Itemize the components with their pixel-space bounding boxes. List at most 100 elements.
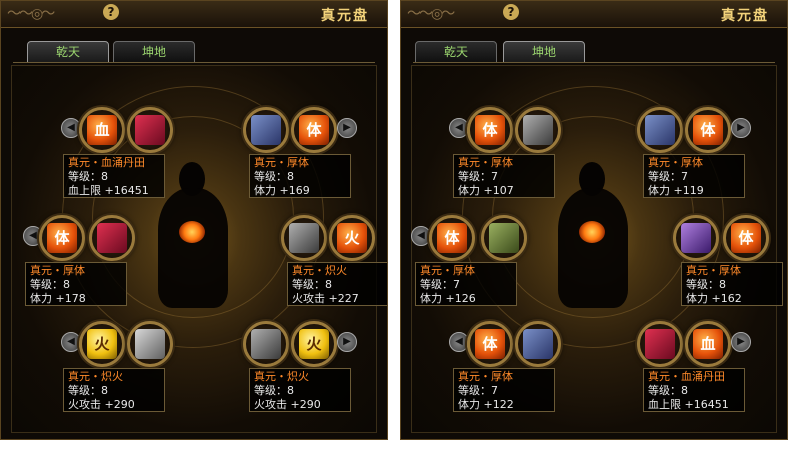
equip-socket[interactable] bbox=[281, 215, 327, 261]
gem-icon[interactable]: 血 bbox=[693, 329, 723, 359]
slot-info: 真元・厚体 等级：8 体力 +169 bbox=[249, 154, 351, 198]
gem-icon[interactable]: 体 bbox=[299, 115, 329, 145]
slot-stat: 体力 +178 bbox=[30, 292, 86, 305]
gem-icon[interactable]: 血 bbox=[87, 115, 117, 145]
gem-icon[interactable]: 火 bbox=[299, 329, 329, 359]
equipment-icon[interactable] bbox=[523, 329, 553, 359]
rotate-left-arrow-icon[interactable]: ◀ bbox=[411, 226, 431, 246]
meditating-figure bbox=[558, 188, 628, 308]
gem-socket[interactable]: 体 bbox=[429, 215, 475, 261]
gem-socket[interactable]: 体 bbox=[467, 107, 513, 153]
gem-socket[interactable]: 火 bbox=[79, 321, 125, 367]
gem-icon[interactable]: 火 bbox=[337, 223, 367, 253]
slot-stat: 火攻击 +290 bbox=[68, 398, 135, 411]
equip-socket[interactable] bbox=[673, 215, 719, 261]
gem-socket[interactable]: 体 bbox=[291, 107, 337, 153]
gem-icon[interactable]: 体 bbox=[731, 223, 761, 253]
equip-socket[interactable] bbox=[515, 321, 561, 367]
slot-stat: 体力 +122 bbox=[458, 398, 514, 411]
rotate-left-arrow-icon[interactable]: ◀ bbox=[61, 332, 81, 352]
gem-socket[interactable]: 体 bbox=[39, 215, 85, 261]
slot-info: 真元・厚体 等级：7 体力 +119 bbox=[643, 154, 745, 198]
slot-level: 等级：7 bbox=[458, 170, 498, 183]
gem-socket[interactable]: 火 bbox=[291, 321, 337, 367]
slot-name: 真元・厚体 bbox=[458, 156, 513, 169]
gem-socket[interactable]: 体 bbox=[685, 107, 731, 153]
equipment-icon[interactable] bbox=[251, 115, 281, 145]
equip-socket[interactable] bbox=[127, 107, 173, 153]
meditating-figure bbox=[158, 188, 228, 308]
equip-socket[interactable] bbox=[127, 321, 173, 367]
gem-icon[interactable]: 体 bbox=[475, 115, 505, 145]
equip-socket[interactable] bbox=[481, 215, 527, 261]
rotate-right-arrow-icon[interactable]: ▶ bbox=[337, 332, 357, 352]
slot-info: 真元・厚体 等级：7 体力 +122 bbox=[453, 368, 555, 412]
slot-name: 真元・厚体 bbox=[420, 264, 475, 277]
equipment-icon[interactable] bbox=[135, 115, 165, 145]
rotate-left-arrow-icon[interactable]: ◀ bbox=[61, 118, 81, 138]
slot-name: 真元・炽火 bbox=[68, 370, 123, 383]
rotate-right-arrow-icon[interactable]: ▶ bbox=[337, 118, 357, 138]
slot-stat: 体力 +126 bbox=[420, 292, 476, 305]
slot-info: 真元・炽火 等级：8 火攻击 +227 bbox=[287, 262, 387, 306]
equipment-icon[interactable] bbox=[251, 329, 281, 359]
equipment-icon[interactable] bbox=[645, 329, 675, 359]
gem-icon[interactable]: 体 bbox=[475, 329, 505, 359]
slot-info: 真元・血涌丹田 等级：8 血上限 +16451 bbox=[63, 154, 165, 198]
slot-level: 等级：7 bbox=[648, 170, 688, 183]
panel-title: 真元盘 bbox=[321, 8, 369, 24]
slot-info: 真元・炽火 等级：8 火攻击 +290 bbox=[249, 368, 351, 412]
gem-icon[interactable]: 火 bbox=[87, 329, 117, 359]
tab-qiantian[interactable]: 乾天 bbox=[27, 41, 109, 63]
tab-qiantian[interactable]: 乾天 bbox=[415, 41, 497, 63]
gem-socket[interactable]: 血 bbox=[685, 321, 731, 367]
slot-stat: 体力 +169 bbox=[254, 184, 310, 197]
gem-icon[interactable]: 体 bbox=[693, 115, 723, 145]
gem-socket[interactable]: 血 bbox=[79, 107, 125, 153]
equipment-icon[interactable] bbox=[97, 223, 127, 253]
equipment-icon[interactable] bbox=[523, 115, 553, 145]
slot-level: 等级：8 bbox=[254, 170, 294, 183]
equipment-icon[interactable] bbox=[289, 223, 319, 253]
slot-name: 真元・厚体 bbox=[648, 156, 703, 169]
equipment-icon[interactable] bbox=[645, 115, 675, 145]
gem-icon[interactable]: 体 bbox=[47, 223, 77, 253]
help-button[interactable]: ? bbox=[103, 4, 119, 20]
slot-stat: 体力 +119 bbox=[648, 184, 704, 197]
rotate-left-arrow-icon[interactable]: ◀ bbox=[449, 118, 469, 138]
slot-stat: 体力 +107 bbox=[458, 184, 514, 197]
slot-info: 真元・厚体 等级：8 体力 +178 bbox=[25, 262, 127, 306]
slot-info: 真元・炽火 等级：8 火攻击 +290 bbox=[63, 368, 165, 412]
tab-kundi[interactable]: 坤地 bbox=[503, 41, 585, 63]
tab-kundi[interactable]: 坤地 bbox=[113, 41, 195, 63]
equip-socket[interactable] bbox=[243, 321, 289, 367]
rotate-left-arrow-icon[interactable]: ◀ bbox=[449, 332, 469, 352]
equipment-icon[interactable] bbox=[135, 329, 165, 359]
equip-socket[interactable] bbox=[637, 107, 683, 153]
equipment-icon[interactable] bbox=[681, 223, 711, 253]
cloud-ornament-icon: ～～◎～ bbox=[407, 6, 455, 22]
gem-socket[interactable]: 火 bbox=[329, 215, 375, 261]
slot-info: 真元・厚体 等级：7 体力 +126 bbox=[415, 262, 517, 306]
equip-socket[interactable] bbox=[637, 321, 683, 367]
rotate-right-arrow-icon[interactable]: ▶ bbox=[731, 332, 751, 352]
help-button[interactable]: ? bbox=[503, 4, 519, 20]
gem-socket[interactable]: 体 bbox=[723, 215, 769, 261]
equip-socket[interactable] bbox=[243, 107, 289, 153]
tab-divider bbox=[413, 62, 775, 63]
slot-level: 等级：8 bbox=[30, 278, 70, 291]
rotate-right-arrow-icon[interactable]: ▶ bbox=[731, 118, 751, 138]
equip-socket[interactable] bbox=[515, 107, 561, 153]
equip-socket[interactable] bbox=[89, 215, 135, 261]
slot-name: 真元・炽火 bbox=[292, 264, 347, 277]
slot-info: 真元・厚体 等级：7 体力 +107 bbox=[453, 154, 555, 198]
slot-level: 等级：8 bbox=[68, 170, 108, 183]
slot-name: 真元・厚体 bbox=[686, 264, 741, 277]
gem-socket[interactable]: 体 bbox=[467, 321, 513, 367]
slot-name: 真元・厚体 bbox=[30, 264, 85, 277]
equipment-icon[interactable] bbox=[489, 223, 519, 253]
slot-stat: 火攻击 +290 bbox=[254, 398, 321, 411]
slot-info: 真元・厚体 等级：8 体力 +162 bbox=[681, 262, 783, 306]
gem-icon[interactable]: 体 bbox=[437, 223, 467, 253]
slot-level: 等级：8 bbox=[686, 278, 726, 291]
